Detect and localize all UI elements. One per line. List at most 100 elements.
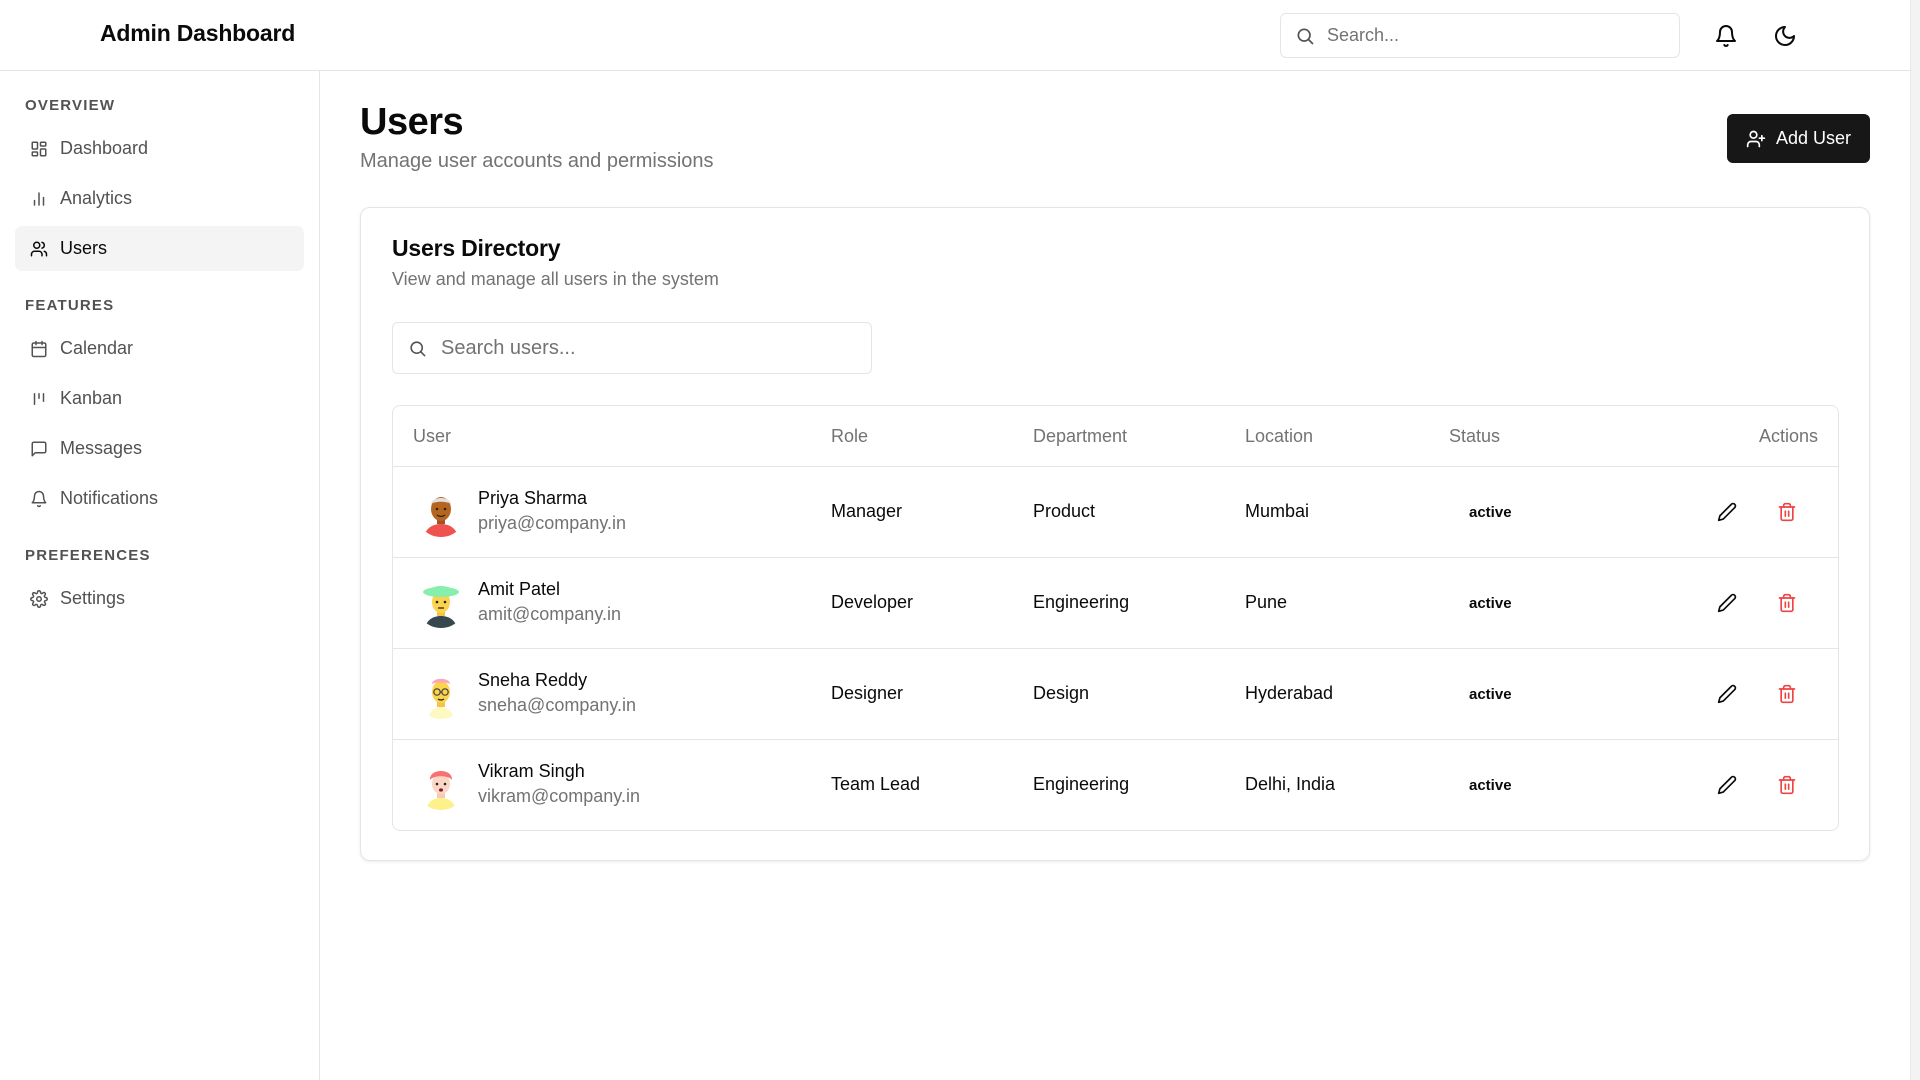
trash-icon [1778, 502, 1796, 522]
page-subtitle: Manage user accounts and permissions [360, 150, 714, 172]
user-email: vikram@company.in [478, 786, 640, 806]
bar-chart-icon [33, 191, 45, 206]
sidebar-item-label: Messages [60, 438, 143, 458]
status-badge: active [1469, 595, 1512, 612]
avatar [416, 669, 466, 719]
sidebar-item-users[interactable]: Users [15, 226, 304, 271]
add-user-label: Add User [1775, 128, 1852, 148]
search-icon [1297, 28, 1314, 44]
edit-user-button[interactable] [1713, 771, 1741, 799]
sidebar-item-label: Users [60, 238, 108, 258]
theme-toggle-button[interactable] [1768, 19, 1802, 53]
status-badge: active [1469, 504, 1512, 521]
pencil-icon [1717, 684, 1737, 704]
users-table: User Role Department Location Status Act… [392, 405, 1839, 831]
pencil-icon [1717, 593, 1737, 613]
edit-user-button[interactable] [1713, 680, 1741, 708]
delete-user-button[interactable] [1773, 498, 1801, 526]
sidebar-section-overview: OVERVIEW [25, 97, 116, 114]
sidebar-item-messages[interactable]: Messages [15, 426, 304, 471]
app-title: Admin Dashboard [100, 20, 296, 46]
user-department: Engineering [1033, 774, 1130, 794]
user-search-placeholder: Search users... [441, 336, 576, 359]
user-location: Delhi, India [1245, 774, 1336, 794]
table-header: User Role Department Location Status Act… [393, 406, 1838, 467]
user-location: Pune [1245, 592, 1288, 612]
search-icon [410, 340, 426, 356]
column-header-status: Status [1449, 426, 1501, 446]
global-search-input[interactable]: Search... [1280, 13, 1680, 58]
card-description: View and manage all users in the system [392, 269, 719, 289]
edit-user-button[interactable] [1713, 589, 1741, 617]
user-search-input[interactable]: Search users... [392, 322, 872, 374]
user-role: Developer [831, 592, 914, 612]
column-header-user: User [413, 426, 452, 446]
users-directory-card: Users Directory View and manage all user… [360, 207, 1870, 861]
notifications-button[interactable] [1709, 19, 1743, 53]
sidebar: OVERVIEW Dashboard Analytics Users FEATU… [0, 71, 320, 1080]
user-department: Design [1033, 683, 1090, 703]
column-header-location: Location [1245, 426, 1314, 446]
user-location: Mumbai [1245, 501, 1310, 521]
message-icon [31, 441, 47, 456]
column-header-department: Department [1033, 426, 1128, 446]
sidebar-item-kanban[interactable]: Kanban [15, 376, 304, 421]
sidebar-item-label: Dashboard [60, 138, 149, 158]
avatar [416, 487, 466, 537]
page-title: Users [360, 101, 464, 143]
user-name: Sneha Reddy [478, 670, 588, 690]
sidebar-item-label: Analytics [60, 188, 133, 208]
pencil-icon [1717, 502, 1737, 522]
user-email: amit@company.in [478, 604, 621, 624]
kanban-icon [33, 392, 45, 405]
column-header-role: Role [831, 426, 869, 446]
user-email: sneha@company.in [478, 695, 637, 715]
sidebar-item-dashboard[interactable]: Dashboard [15, 126, 304, 171]
pencil-icon [1717, 775, 1737, 795]
edit-user-button[interactable] [1713, 498, 1741, 526]
card-title: Users Directory [392, 235, 561, 261]
avatar [416, 578, 466, 628]
calendar-icon [31, 340, 47, 357]
table-row: Vikram Singh vikram@company.in Team Lead… [393, 740, 1838, 830]
trash-icon [1778, 684, 1796, 704]
table-row: Priya Sharma priya@company.in Manager Pr… [393, 467, 1838, 558]
sidebar-item-label: Kanban [60, 388, 123, 408]
sidebar-item-notifications[interactable]: Notifications [15, 476, 304, 521]
user-role: Manager [831, 501, 903, 521]
sidebar-item-settings[interactable]: Settings [15, 576, 304, 621]
top-header: Admin Dashboard Search... [0, 0, 1910, 71]
sidebar-item-analytics[interactable]: Analytics [15, 176, 304, 221]
layout-grid-icon [31, 141, 47, 156]
add-user-button[interactable]: Add User [1727, 114, 1870, 163]
sidebar-section-features: FEATURES [25, 297, 115, 314]
avatar [416, 760, 466, 810]
users-icon [30, 241, 48, 256]
user-role: Designer [831, 683, 904, 703]
delete-user-button[interactable] [1773, 771, 1801, 799]
bell-icon [31, 490, 47, 507]
trash-icon [1778, 775, 1796, 795]
status-badge: active [1469, 777, 1512, 794]
user-plus-icon [1746, 130, 1766, 147]
delete-user-button[interactable] [1773, 680, 1801, 708]
trash-icon [1778, 593, 1796, 613]
user-name: Amit Patel [478, 579, 561, 599]
bell-icon [1716, 25, 1736, 47]
sidebar-item-label: Calendar [60, 338, 134, 358]
moon-icon [1775, 26, 1795, 46]
user-name: Priya Sharma [478, 488, 588, 508]
table-row: Sneha Reddy sneha@company.in Designer De… [393, 649, 1838, 740]
page-scrollbar[interactable] [1910, 0, 1920, 1080]
column-header-actions: Actions [1758, 426, 1818, 446]
sidebar-section-preferences: PREFERENCES [25, 547, 151, 564]
table-row: Amit Patel amit@company.in Developer Eng… [393, 558, 1838, 649]
user-name: Vikram Singh [478, 761, 585, 781]
gear-icon [30, 589, 48, 608]
sidebar-item-calendar[interactable]: Calendar [15, 326, 304, 371]
status-badge: active [1469, 686, 1512, 703]
delete-user-button[interactable] [1773, 589, 1801, 617]
user-role: Team Lead [831, 774, 921, 794]
user-location: Hyderabad [1245, 683, 1334, 703]
global-search-placeholder: Search... [1327, 25, 1400, 45]
